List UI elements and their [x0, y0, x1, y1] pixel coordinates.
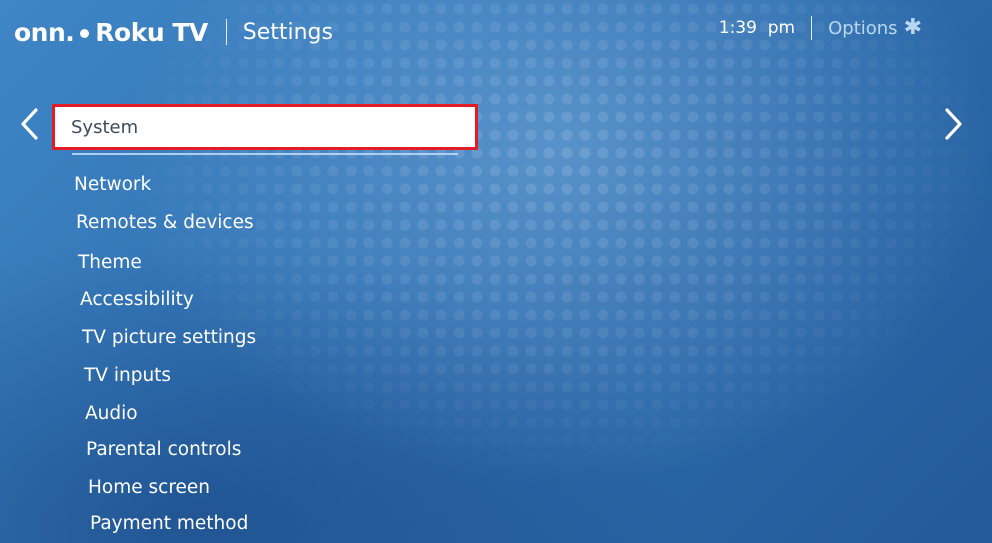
brand-dot [80, 28, 90, 38]
header: onn. Roku TV Settings [14, 12, 333, 52]
brand-onn: onn. [14, 17, 75, 47]
onn-roku-logo: onn. Roku TV [14, 18, 208, 47]
options-label: Options [828, 17, 898, 39]
topbar-divider [811, 16, 813, 40]
menu-item-label: System [71, 116, 139, 138]
menu-item-system[interactable]: System [52, 104, 478, 150]
menu-item-audio[interactable]: Audio [85, 403, 138, 424]
menu-item-remotes-devices[interactable]: Remotes & devices [76, 212, 254, 233]
selected-underline [72, 153, 458, 155]
menu-item-tv-picture-settings[interactable]: TV picture settings [82, 327, 256, 348]
menu-item-network[interactable]: Network [74, 174, 151, 195]
menu-item-tv-inputs[interactable]: TV inputs [84, 365, 171, 386]
top-right-bar: 1:39 pm Options ✱ [719, 14, 922, 42]
menu-item-accessibility[interactable]: Accessibility [80, 289, 194, 310]
menu-item-theme[interactable]: Theme [78, 252, 142, 273]
clock: 1:39 pm [718, 18, 796, 38]
header-divider [225, 19, 227, 45]
asterisk-icon: ✱ [903, 15, 922, 40]
menu-item-payment-method[interactable]: Payment method [90, 513, 248, 534]
chevron-right-icon[interactable] [942, 104, 966, 144]
menu-item-home-screen[interactable]: Home screen [88, 477, 210, 498]
brand-roku: Roku TV [95, 17, 208, 47]
page-title: Settings [242, 19, 333, 45]
menu-item-parental-controls[interactable]: Parental controls [86, 439, 241, 460]
chevron-left-icon[interactable] [17, 104, 41, 144]
background-dot-pattern [0, 0, 992, 543]
options-button[interactable]: Options ✱ [828, 17, 922, 39]
